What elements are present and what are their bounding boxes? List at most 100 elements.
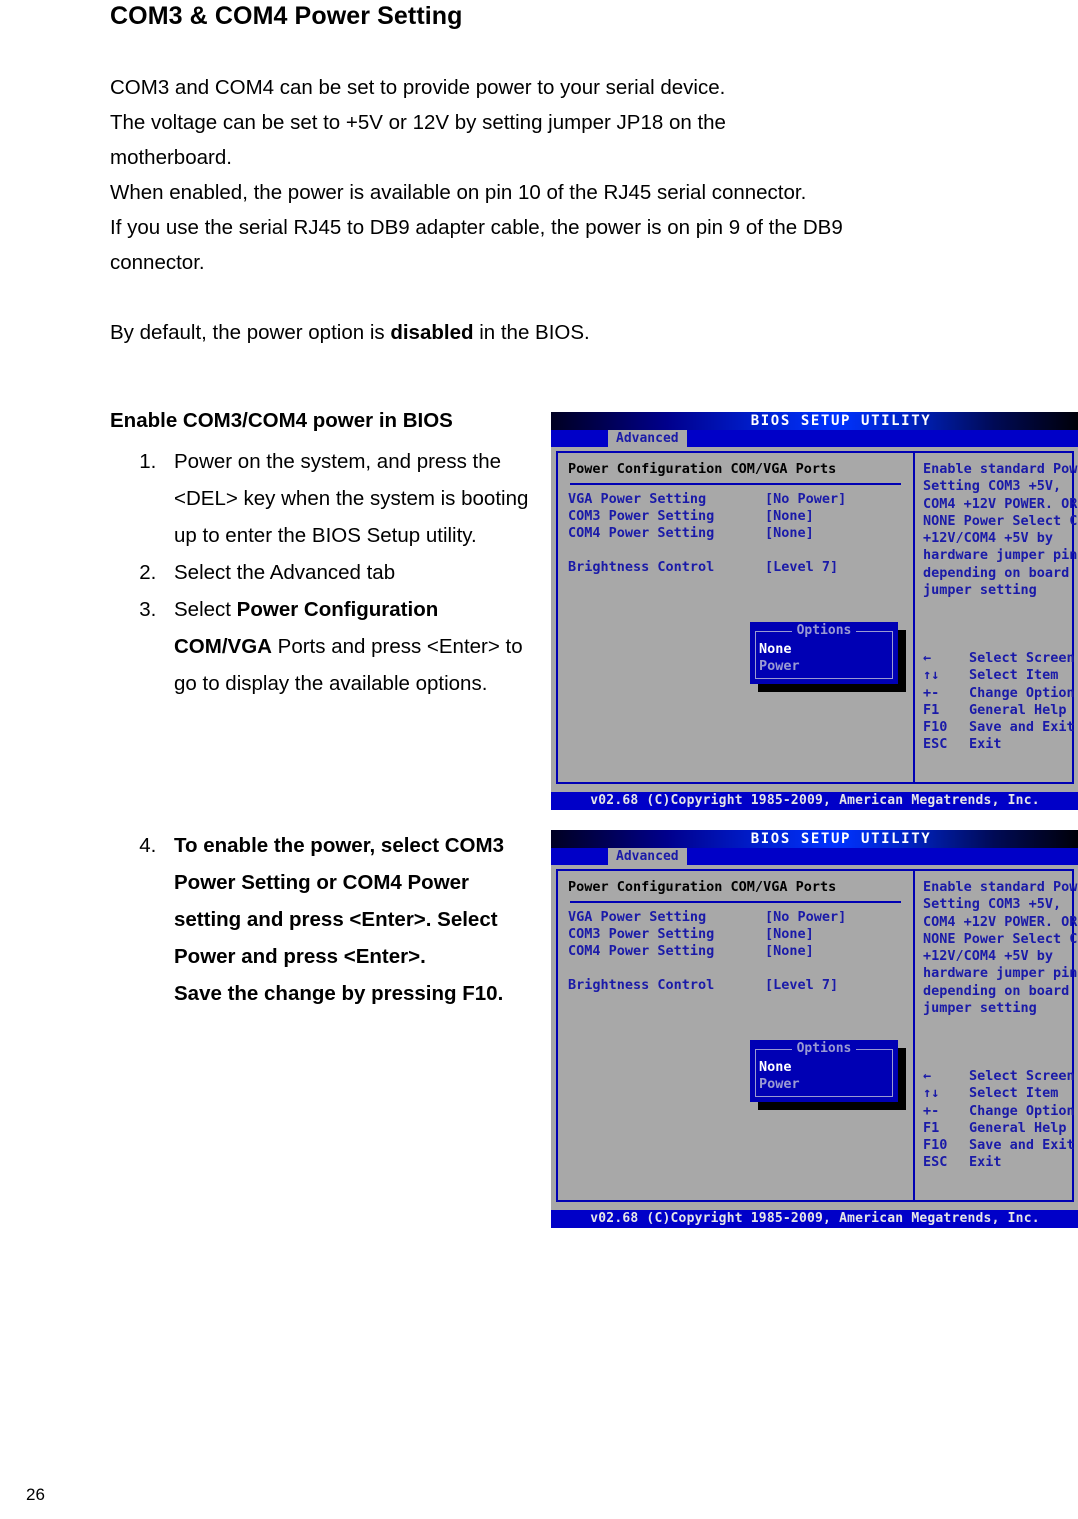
nav-key-action: Exit xyxy=(969,1154,1002,1171)
setting-value: [None] xyxy=(765,508,814,524)
setting-label: Brightness Control xyxy=(568,559,715,575)
bios-screenshot-2: BIOS SETUP UTILITY Advanced Power Config… xyxy=(551,830,1078,1228)
option-item-power[interactable]: Power xyxy=(759,658,800,675)
step-3-prefix: Select xyxy=(174,598,237,621)
help-line: hardware jumper pin9 xyxy=(923,547,1078,564)
steps-list: Power on the system, and press the <DEL>… xyxy=(110,443,535,702)
nav-key-row: ESC Exit xyxy=(923,1154,1075,1171)
setting-value: [None] xyxy=(765,525,814,541)
options-popup-caption: Options xyxy=(750,623,898,638)
setting-value: [None] xyxy=(765,926,814,942)
nav-key-action: Save and Exit xyxy=(969,1137,1075,1154)
esc-key-label: ESC xyxy=(923,1154,948,1171)
default-note-prefix: By default, the power option is xyxy=(110,321,391,344)
setting-row-vga-power[interactable]: VGA Power Setting [No Power] xyxy=(568,491,913,508)
nav-key-row: ↑↓ Select Item xyxy=(923,667,1075,684)
esc-key-label: ESC xyxy=(923,736,948,753)
nav-key-row: F10 Save and Exit xyxy=(923,719,1075,736)
setting-value: [None] xyxy=(765,943,814,959)
nav-key-action: Save and Exit xyxy=(969,719,1075,736)
setting-row-com3-power[interactable]: COM3 Power Setting [None] xyxy=(568,926,913,943)
help-line: NONE Power Select COM3 xyxy=(923,512,1078,529)
setting-row-brightness-control[interactable]: Brightness Control [Level 7] xyxy=(568,559,913,576)
option-item-none[interactable]: None xyxy=(759,641,792,658)
nav-key-action: Select Item xyxy=(969,667,1059,684)
intro-line-6: connector. xyxy=(110,251,205,274)
default-note-suffix: in the BIOS. xyxy=(473,321,590,344)
nav-key-action: General Help xyxy=(969,701,1067,718)
option-item-power[interactable]: Power xyxy=(759,1076,800,1093)
bios-menu-bar: Advanced xyxy=(551,430,1078,447)
setting-row-com4-power[interactable]: COM4 Power Setting [None] xyxy=(568,525,913,542)
nav-key-action: Change Option xyxy=(969,684,1075,701)
f10-key-label: F10 xyxy=(923,1137,948,1154)
nav-key-action: Select Screen xyxy=(969,650,1075,666)
option-item-none[interactable]: None xyxy=(759,1059,792,1076)
nav-key-row: ← Select Screen xyxy=(923,1068,1075,1085)
nav-key-action: Exit xyxy=(969,736,1002,753)
bios-help-pane: Enable standard Power Setting COM3 +5V, … xyxy=(915,871,1078,1200)
list-item: To enable the power, select COM3 Power S… xyxy=(162,827,540,1012)
setting-row-vga-power[interactable]: VGA Power Setting [No Power] xyxy=(568,909,913,926)
intro-line-4: When enabled, the power is available on … xyxy=(110,181,807,204)
help-line: Setting COM3 +5V, xyxy=(923,478,1062,495)
bios-title: BIOS SETUP UTILITY xyxy=(750,831,932,847)
setting-value: [Level 7] xyxy=(765,977,839,993)
section-divider xyxy=(570,901,901,903)
bios-settings-pane: Power Configuration COM/VGA Ports VGA Po… xyxy=(558,453,915,782)
bios-content-frame: Power Configuration COM/VGA Ports VGA Po… xyxy=(556,869,1078,1202)
setting-value: [No Power] xyxy=(765,491,847,507)
document-page: COM3 & COM4 Power Setting COM3 and COM4 … xyxy=(0,0,1078,1519)
intro-line-5: If you use the serial RJ45 to DB9 adapte… xyxy=(110,216,843,239)
step-4-line-2: Save the change by pressing F10. xyxy=(174,982,504,1005)
help-line: COM4 +12V POWER. OR xyxy=(923,913,1078,930)
help-line: Enable standard Power xyxy=(923,879,1078,895)
page-title: COM3 & COM4 Power Setting xyxy=(110,2,463,30)
left-arrow-icon: ← xyxy=(923,1068,932,1084)
intro-line-2: The voltage can be set to +5V or 12V by … xyxy=(110,111,726,134)
plus-minus-icon: +- xyxy=(923,1102,940,1119)
bios-help-pane: Enable standard Power Setting COM3 +5V, … xyxy=(915,453,1078,782)
bios-body: Power Configuration COM/VGA Ports VGA Po… xyxy=(551,447,1078,792)
bios-nav-key-legend: ← Select Screen ↑↓ Select Item +- Change Op… xyxy=(923,650,1075,754)
list-item: Select Power Configuration COM/VGA Ports… xyxy=(162,591,535,702)
options-popup-caption: Options xyxy=(750,1041,898,1056)
nav-key-action: General Help xyxy=(969,1119,1067,1136)
help-line: Setting COM3 +5V, xyxy=(923,896,1062,913)
help-line: +12V/COM4 +5V by xyxy=(923,530,1054,547)
setting-row-brightness-control[interactable]: Brightness Control [Level 7] xyxy=(568,977,913,994)
tab-advanced[interactable]: Advanced xyxy=(608,430,687,447)
setting-label: COM4 Power Setting xyxy=(568,525,715,541)
left-arrow-icon: ← xyxy=(923,650,932,666)
nav-key-row: F10 Save and Exit xyxy=(923,1137,1075,1154)
step-4-line-1: To enable the power, select COM3 Power S… xyxy=(174,834,504,968)
f1-key-label: F1 xyxy=(923,1119,940,1136)
help-line: depending on board xyxy=(923,564,1070,581)
options-popup[interactable]: Options None Power xyxy=(750,622,898,684)
bios-body: Power Configuration COM/VGA Ports VGA Po… xyxy=(551,865,1078,1210)
setting-label: VGA Power Setting xyxy=(568,491,707,507)
settings-spacer xyxy=(568,542,913,559)
f1-key-label: F1 xyxy=(923,701,940,718)
nav-key-row: ← Select Screen xyxy=(923,650,1075,667)
settings-spacer xyxy=(568,960,913,977)
bios-footer: v02.68 (C)Copyright 1985-2009, American … xyxy=(551,1210,1078,1228)
up-down-arrow-icon: ↑↓ xyxy=(923,1085,940,1102)
section-divider xyxy=(570,483,901,485)
f10-key-label: F10 xyxy=(923,719,948,736)
default-note-emphasis: disabled xyxy=(390,321,474,344)
setting-value: [Level 7] xyxy=(765,559,839,575)
setting-row-com3-power[interactable]: COM3 Power Setting [None] xyxy=(568,508,913,525)
options-popup[interactable]: Options None Power xyxy=(750,1040,898,1102)
tab-advanced[interactable]: Advanced xyxy=(608,848,687,865)
bios-section-title: Power Configuration COM/VGA Ports xyxy=(568,461,837,477)
list-item: Power on the system, and press the <DEL>… xyxy=(162,443,535,554)
help-line: NONE Power Select COM3 xyxy=(923,930,1078,947)
setting-label: VGA Power Setting xyxy=(568,909,707,925)
up-down-arrow-icon: ↑↓ xyxy=(923,667,940,684)
steps-list-continued: To enable the power, select COM3 Power S… xyxy=(110,827,540,1012)
help-line: jumper setting xyxy=(923,582,1037,599)
bios-settings-pane: Power Configuration COM/VGA Ports VGA Po… xyxy=(558,871,915,1200)
setting-row-com4-power[interactable]: COM4 Power Setting [None] xyxy=(568,943,913,960)
